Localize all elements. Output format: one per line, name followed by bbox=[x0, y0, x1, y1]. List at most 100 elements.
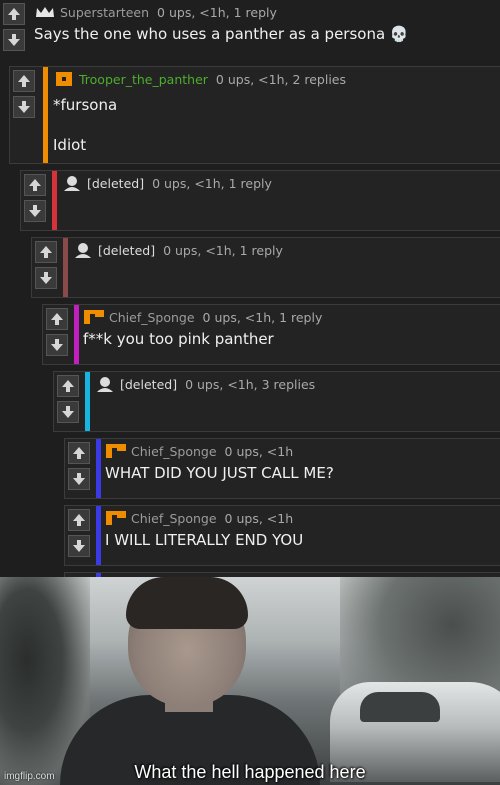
vote-controls bbox=[65, 506, 95, 560]
car-window-shape bbox=[360, 692, 440, 722]
username-link[interactable]: Chief_Sponge bbox=[109, 310, 195, 325]
comment-content: Chief_Sponge 0 ups, <1h WHAT DID YOU JUS… bbox=[105, 439, 494, 491]
upvote-button[interactable] bbox=[3, 3, 25, 25]
default-user-icon bbox=[72, 242, 94, 258]
thread-color-bar bbox=[63, 238, 68, 297]
arrow-down-icon bbox=[40, 272, 52, 284]
upvote-button[interactable] bbox=[35, 241, 57, 263]
comment-meta: Chief_Sponge 0 ups, <1h bbox=[105, 506, 494, 530]
comment-chief-sponge: Chief_Sponge 0 ups, <1h WHAT DID YOU JUS… bbox=[64, 438, 500, 499]
comment-content: Trooper_the_panther 0 ups, <1h, 2 replie… bbox=[53, 67, 494, 163]
arrow-down-icon bbox=[18, 101, 30, 113]
comment-stats: 0 ups, <1h, 1 reply bbox=[202, 309, 323, 325]
thread-color-bar bbox=[43, 67, 48, 163]
arrow-up-icon bbox=[18, 75, 30, 87]
comment-chief-sponge: Chief_Sponge 0 ups, <1h I WILL LITERALLY… bbox=[64, 505, 500, 566]
thread-color-bar bbox=[74, 305, 79, 364]
downvote-button[interactable] bbox=[3, 29, 25, 51]
username-link[interactable]: Trooper_the_panther bbox=[79, 72, 208, 87]
username-label: [deleted] bbox=[87, 175, 145, 191]
username-link[interactable]: Chief_Sponge bbox=[131, 511, 217, 526]
comment-trooper: Trooper_the_panther 0 ups, <1h, 2 replie… bbox=[9, 66, 500, 164]
default-user-icon bbox=[61, 175, 83, 191]
username-label: [deleted] bbox=[98, 242, 156, 258]
watermark: imgflip.com bbox=[4, 771, 55, 782]
comment-thread: Superstarteen 0 ups, <1h, 1 reply Says t… bbox=[0, 0, 500, 577]
downvote-button[interactable] bbox=[46, 334, 68, 356]
vote-controls bbox=[43, 305, 73, 359]
default-user-icon bbox=[94, 376, 116, 392]
thread-color-bar bbox=[52, 171, 57, 230]
orange-flag-icon bbox=[105, 510, 127, 526]
username-link[interactable]: Chief_Sponge bbox=[131, 444, 217, 459]
comment-stats: 0 ups, <1h, 3 replies bbox=[185, 376, 316, 392]
downvote-button[interactable] bbox=[24, 200, 46, 222]
meme-caption: What the hell happened here bbox=[134, 762, 366, 782]
arrow-down-icon bbox=[62, 406, 74, 418]
comment-content: Superstarteen 0 ups, <1h, 1 reply Says t… bbox=[34, 0, 494, 52]
reaction-meme-image: What the hell happened here imgflip.com bbox=[0, 577, 500, 785]
downvote-button[interactable] bbox=[57, 401, 79, 423]
arrow-down-icon bbox=[73, 540, 85, 552]
comment-stats: 0 ups, <1h bbox=[224, 443, 294, 459]
comment-stats: 0 ups, <1h bbox=[224, 510, 294, 526]
arrow-up-icon bbox=[29, 179, 41, 191]
upvote-button[interactable] bbox=[57, 375, 79, 397]
comment-text: Says the one who uses a panther as a per… bbox=[34, 24, 494, 44]
arrow-down-icon bbox=[8, 34, 20, 46]
arrow-down-icon bbox=[51, 339, 63, 351]
orange-square-icon bbox=[53, 71, 75, 87]
comment-stats: 0 ups, <1h, 1 reply bbox=[157, 4, 277, 20]
arrow-up-icon bbox=[51, 313, 63, 325]
downvote-button[interactable] bbox=[68, 468, 90, 490]
comment-content: [deleted] 0 ups, <1h, 1 reply bbox=[61, 171, 494, 195]
orange-flag-icon bbox=[105, 443, 127, 459]
comment-meta: Chief_Sponge 0 ups, <1h bbox=[105, 439, 494, 463]
crown-icon bbox=[34, 4, 56, 20]
comment-text: I WILL LITERALLY END YOU bbox=[105, 530, 494, 550]
arrow-up-icon bbox=[73, 447, 85, 459]
username-link[interactable]: Superstarteen bbox=[60, 5, 149, 20]
comment-meta: [deleted] 0 ups, <1h, 1 reply bbox=[72, 238, 494, 262]
comment-deleted: [deleted] 0 ups, <1h, 1 reply bbox=[31, 237, 500, 298]
comment-line: I WILL LITERALLY END YOU bbox=[105, 531, 304, 549]
comment-deleted: [deleted] 0 ups, <1h, 1 reply bbox=[20, 170, 500, 231]
comment-text: f**k you too pink panther bbox=[83, 329, 494, 349]
downvote-button[interactable] bbox=[35, 267, 57, 289]
comment-line: f**k you too pink panther bbox=[83, 330, 274, 348]
vote-controls bbox=[0, 0, 30, 54]
downvote-button[interactable] bbox=[13, 96, 35, 118]
comment-line: Says the one who uses a panther as a per… bbox=[34, 25, 409, 43]
comment-chief-sponge: Chief_Sponge 0 ups, <1h, 1 reply f**k yo… bbox=[42, 304, 500, 365]
comment-content: Chief_Sponge 0 ups, <1h I WILL LITERALLY… bbox=[105, 506, 494, 558]
vote-controls bbox=[10, 67, 40, 121]
upvote-button[interactable] bbox=[68, 442, 90, 464]
comment-content: [deleted] 0 ups, <1h, 1 reply bbox=[72, 238, 494, 262]
comment-line: Idiot bbox=[53, 136, 87, 154]
comment-line: *fursona bbox=[53, 96, 118, 114]
upvote-button[interactable] bbox=[13, 70, 35, 92]
upvote-button[interactable] bbox=[68, 509, 90, 531]
arrow-up-icon bbox=[8, 8, 20, 20]
comment-meta: [deleted] 0 ups, <1h, 1 reply bbox=[61, 171, 494, 195]
comment-content: [deleted] 0 ups, <1h, 3 replies bbox=[94, 372, 494, 396]
upvote-button[interactable] bbox=[24, 174, 46, 196]
arrow-up-icon bbox=[62, 380, 74, 392]
downvote-button[interactable] bbox=[68, 535, 90, 557]
comment-deleted: [deleted] 0 ups, <1h, 3 replies bbox=[53, 371, 500, 432]
comment-stats: 0 ups, <1h, 1 reply bbox=[163, 242, 283, 258]
person-hair-shape bbox=[126, 577, 248, 629]
comment-text: *fursona Idiot bbox=[53, 91, 494, 155]
username-label: [deleted] bbox=[120, 376, 178, 392]
comment-meta: Superstarteen 0 ups, <1h, 1 reply bbox=[34, 0, 494, 24]
vote-controls bbox=[32, 238, 62, 292]
upvote-button[interactable] bbox=[46, 308, 68, 330]
comment-superstarteen: Superstarteen 0 ups, <1h, 1 reply Says t… bbox=[0, 0, 500, 62]
comment-meta: Trooper_the_panther 0 ups, <1h, 2 replie… bbox=[53, 67, 494, 91]
orange-flag-icon bbox=[83, 309, 105, 325]
comment-content: Chief_Sponge 0 ups, <1h, 1 reply f**k yo… bbox=[83, 305, 494, 357]
arrow-down-icon bbox=[73, 473, 85, 485]
arrow-up-icon bbox=[73, 514, 85, 526]
comment-meta: [deleted] 0 ups, <1h, 3 replies bbox=[94, 372, 494, 396]
thread-color-bar bbox=[96, 439, 101, 498]
